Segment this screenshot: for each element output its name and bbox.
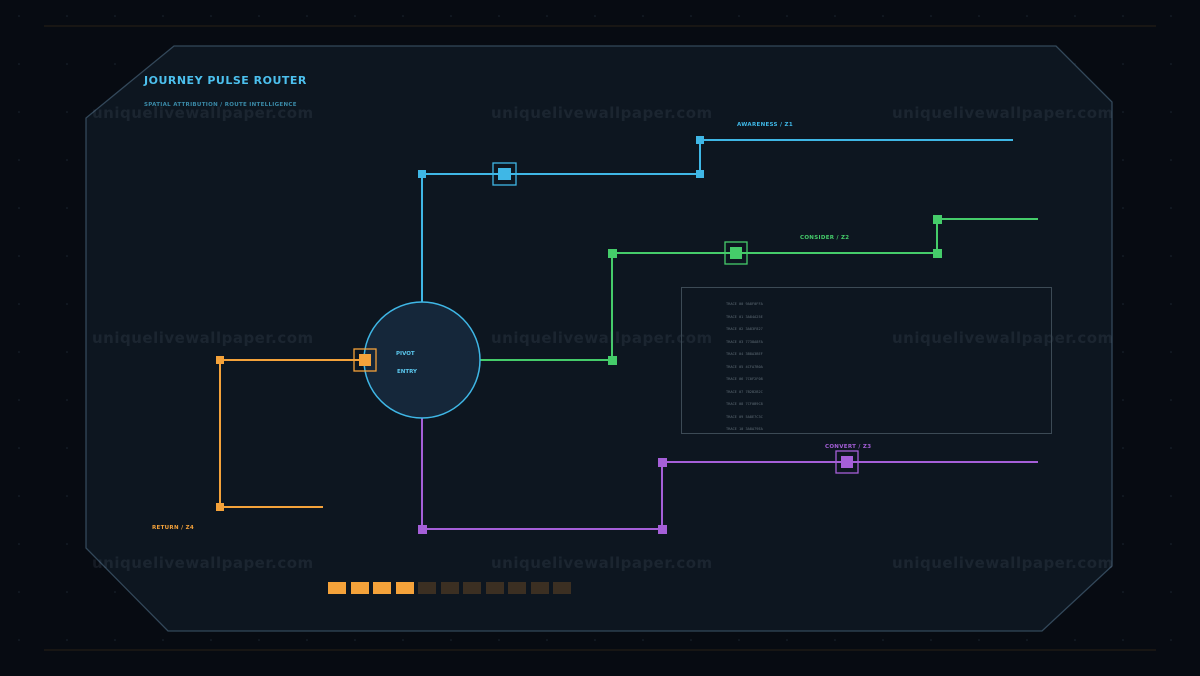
trace-log-panel: TRACE 00 9A8F0FFA TRACE 01 3A84A25E TRAC… (681, 287, 1052, 434)
progress-segment (328, 582, 346, 594)
progress-segment (440, 582, 459, 594)
progress-segment (418, 582, 436, 594)
route-convert-marker[interactable] (841, 456, 853, 468)
progress-segment (553, 582, 571, 594)
route-convert-node[interactable] (658, 525, 667, 534)
hud-stage: uniquelivewallpaper.com uniquelivewallpa… (0, 0, 1200, 676)
progress-segment (530, 582, 549, 594)
watermark: uniquelivewallpaper.com (491, 104, 713, 122)
progress-segment (463, 582, 481, 594)
watermark: uniquelivewallpaper.com (892, 104, 1114, 122)
trace-log-line: TRACE 05 4CFA7B0A (726, 364, 763, 369)
page-title: JOURNEY PULSE ROUTER (144, 74, 307, 87)
route-return-label: RETURN / Z4 (152, 525, 195, 531)
progress-segment (350, 582, 369, 594)
trace-log-line: TRACE 00 9A8F0FFA (726, 302, 763, 306)
route-consider-label: CONSIDER / Z2 (800, 235, 850, 241)
route-consider-node[interactable] (933, 215, 942, 224)
route-consider-node[interactable] (608, 249, 617, 258)
trace-log-line: TRACE 06 7C0F2F08 (726, 377, 763, 381)
route-return-node[interactable] (216, 503, 224, 511)
hub-label-entry: ENTRY (397, 369, 418, 375)
watermark: uniquelivewallpaper.com (491, 329, 713, 347)
trace-log-line: TRACE 10 3A8A79EA (726, 427, 763, 431)
pivot-hub[interactable] (363, 301, 481, 419)
route-convert-label: CONVERT / Z3 (825, 444, 872, 450)
progress-segment (373, 582, 391, 594)
trace-log-line: TRACE 03 7738A8FA (726, 339, 763, 344)
route-awareness-node[interactable] (696, 136, 704, 144)
hub-label-pivot: PIVOT (396, 351, 415, 357)
trace-log-line: TRACE 04 3B8A3BEF (726, 352, 763, 356)
trace-log-line: TRACE 08 7CF0B9C8 (726, 402, 763, 406)
route-return-marker[interactable] (359, 354, 371, 366)
trace-log-line: TRACE 02 3A83F827 (726, 327, 763, 331)
route-consider-node[interactable] (933, 249, 942, 258)
trace-log-line: TRACE 07 7B2B2B2C (726, 389, 763, 394)
page-subtitle: SPATIAL ATTRIBUTION / ROUTE INTELLIGENCE (144, 102, 297, 108)
progress-segment (485, 582, 504, 594)
trace-log-line: TRACE 09 5A8E7C3C (726, 414, 763, 419)
route-consider-node[interactable] (608, 356, 617, 365)
route-awareness-label: AWARENESS / Z1 (737, 122, 793, 128)
route-awareness-marker[interactable] (498, 168, 511, 180)
watermark: uniquelivewallpaper.com (491, 554, 713, 572)
route-return-node[interactable] (216, 356, 224, 364)
progress-segment (508, 582, 526, 594)
route-convert-node[interactable] (418, 525, 427, 534)
watermark: uniquelivewallpaper.com (92, 329, 314, 347)
watermark: uniquelivewallpaper.com (92, 554, 314, 572)
route-consider-marker[interactable] (730, 247, 742, 259)
progress-segment (395, 582, 414, 594)
route-awareness-node[interactable] (418, 170, 426, 178)
route-awareness-node[interactable] (696, 170, 704, 178)
watermark: uniquelivewallpaper.com (892, 554, 1114, 572)
route-convert-node[interactable] (658, 458, 667, 467)
trace-log-line: TRACE 01 3A84A25E (726, 314, 763, 319)
